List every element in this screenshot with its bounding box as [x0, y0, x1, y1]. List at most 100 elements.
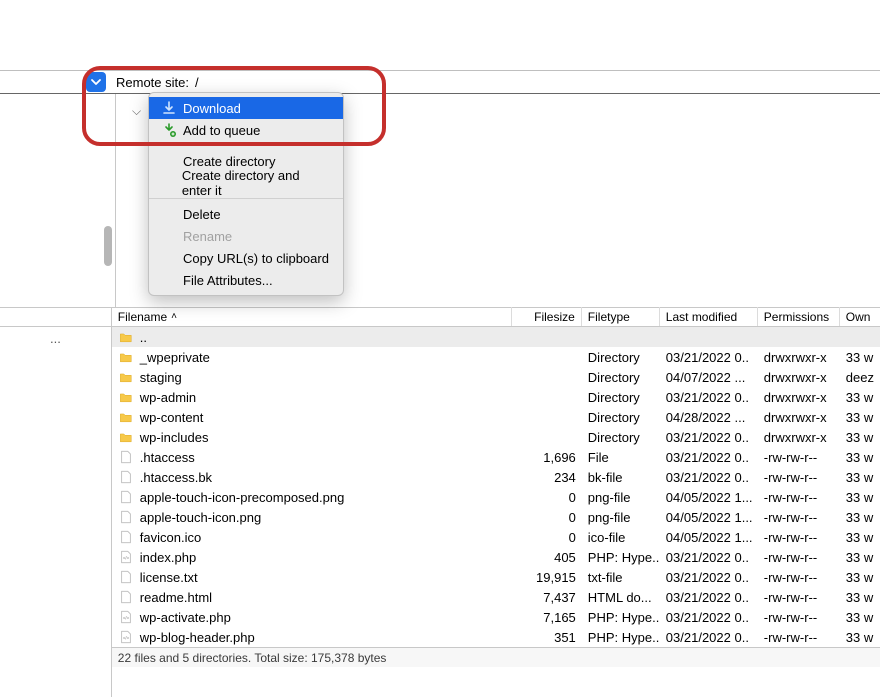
file-owner: 33 w — [840, 410, 880, 425]
remote-site-bar: Remote site: / — [0, 71, 880, 93]
file-name: .htaccess.bk — [140, 470, 212, 485]
folder-icon — [118, 389, 134, 405]
file-row[interactable]: readme.html7,437HTML do...03/21/2022 0..… — [112, 587, 880, 607]
path-dropdown-toggle[interactable] — [86, 72, 106, 92]
context-menu-item-label: Create directory and enter it — [182, 168, 331, 198]
spacer — [161, 272, 177, 288]
context-menu-item[interactable]: Create directory and enter it — [149, 172, 343, 194]
file-row[interactable]: .htaccess.bk234bk-file03/21/2022 0..-rw-… — [112, 467, 880, 487]
file-type: File — [582, 450, 660, 465]
scrollbar-thumb[interactable] — [104, 226, 112, 266]
file-icon — [118, 469, 134, 485]
file-modified: 04/05/2022 1... — [660, 510, 758, 525]
file-row[interactable]: </>index.php405PHP: Hype..03/21/2022 0..… — [112, 547, 880, 567]
spacer — [161, 250, 177, 266]
php-icon: </> — [118, 609, 134, 625]
folder-icon — [118, 369, 134, 385]
file-icon — [118, 529, 134, 545]
file-icon — [118, 489, 134, 505]
remote-file-pane: Filename ˄ Filesize Filetype Last modifi… — [112, 307, 880, 697]
file-size: 351 — [512, 630, 582, 645]
context-menu-separator — [149, 198, 343, 199]
file-permissions: -rw-rw-r-- — [758, 630, 840, 645]
column-header-filetype[interactable]: Filetype — [582, 307, 660, 326]
remote-site-label: Remote site: — [116, 75, 189, 90]
file-type: bk-file — [582, 470, 660, 485]
file-permissions: -rw-rw-r-- — [758, 610, 840, 625]
file-name: _wpeprivate — [140, 350, 210, 365]
file-name: .htaccess — [140, 450, 195, 465]
file-size: 7,165 — [512, 610, 582, 625]
file-size: 1,696 — [512, 450, 582, 465]
column-header-permissions[interactable]: Permissions — [758, 307, 840, 326]
file-name: apple-touch-icon-precomposed.png — [140, 490, 345, 505]
context-menu-item-label: Copy URL(s) to clipboard — [183, 251, 329, 266]
context-menu-item-label: Add to queue — [183, 123, 260, 138]
file-size: 0 — [512, 510, 582, 525]
file-type: PHP: Hype.. — [582, 630, 660, 645]
column-header-filename-label: Filename — [118, 310, 167, 324]
file-permissions: drwxrwxr-x — [758, 430, 840, 445]
file-name: wp-activate.php — [140, 610, 231, 625]
context-menu-item: Rename — [149, 225, 343, 247]
parent-dir-row[interactable]: .. — [112, 327, 880, 347]
file-permissions: -rw-rw-r-- — [758, 550, 840, 565]
file-permissions: drwxrwxr-x — [758, 410, 840, 425]
context-menu-item[interactable]: Copy URL(s) to clipboard — [149, 247, 343, 269]
addqueue-icon — [161, 122, 177, 138]
file-row[interactable]: license.txt19,915txt-file03/21/2022 0..-… — [112, 567, 880, 587]
chevron-down-icon — [90, 76, 102, 88]
file-row[interactable]: </>wp-activate.php7,165PHP: Hype..03/21/… — [112, 607, 880, 627]
file-row[interactable]: wp-adminDirectory03/21/2022 0..drwxrwxr-… — [112, 387, 880, 407]
file-modified: 03/21/2022 0.. — [660, 610, 758, 625]
file-type: png-file — [582, 490, 660, 505]
column-header-lastmodified[interactable]: Last modified — [660, 307, 758, 326]
file-row[interactable]: apple-touch-icon-precomposed.png0png-fil… — [112, 487, 880, 507]
file-row[interactable]: _wpeprivateDirectory03/21/2022 0..drwxrw… — [112, 347, 880, 367]
column-header-filename[interactable]: Filename ˄ — [112, 307, 512, 326]
file-row[interactable]: wp-includesDirectory03/21/2022 0..drwxrw… — [112, 427, 880, 447]
remote-site-path[interactable]: / — [195, 75, 199, 90]
file-row[interactable]: apple-touch-icon.png0png-file04/05/2022 … — [112, 507, 880, 527]
file-modified: 04/05/2022 1... — [660, 530, 758, 545]
file-modified: 03/21/2022 0.. — [660, 550, 758, 565]
folder-icon — [118, 349, 134, 365]
context-menu-separator — [149, 145, 343, 146]
file-modified: 03/21/2022 0.. — [660, 630, 758, 645]
file-row[interactable]: stagingDirectory04/07/2022 ...drwxrwxr-x… — [112, 367, 880, 387]
file-row[interactable]: favicon.ico0ico-file04/05/2022 1...-rw-r… — [112, 527, 880, 547]
tree-expand-chevron-icon[interactable]: ⌵ — [132, 104, 141, 119]
file-modified: 04/28/2022 ... — [660, 410, 758, 425]
file-type: txt-file — [582, 570, 660, 585]
folder-icon — [118, 429, 134, 445]
file-type: Directory — [582, 350, 660, 365]
file-name: index.php — [140, 550, 196, 565]
context-menu-item-label: Rename — [183, 229, 232, 244]
column-header-owner[interactable]: Own — [840, 307, 880, 326]
file-permissions: drwxrwxr-x — [758, 350, 840, 365]
file-size: 234 — [512, 470, 582, 485]
file-owner: 33 w — [840, 490, 880, 505]
file-name: .. — [140, 330, 147, 345]
file-owner: 33 w — [840, 390, 880, 405]
file-type: png-file — [582, 510, 660, 525]
file-permissions: -rw-rw-r-- — [758, 470, 840, 485]
file-row[interactable]: </>wp-blog-header.php351PHP: Hype..03/21… — [112, 627, 880, 647]
context-menu-item[interactable]: File Attributes... — [149, 269, 343, 291]
context-menu-item[interactable]: Download — [149, 97, 343, 119]
context-menu-item[interactable]: Add to queue — [149, 119, 343, 141]
file-size: 0 — [512, 530, 582, 545]
file-row[interactable]: wp-contentDirectory04/28/2022 ...drwxrwx… — [112, 407, 880, 427]
svg-text:</>: </> — [123, 616, 130, 621]
column-header-filesize[interactable]: Filesize — [512, 307, 582, 326]
context-menu-item-label: Delete — [183, 207, 221, 222]
file-size: 405 — [512, 550, 582, 565]
file-modified: 03/21/2022 0.. — [660, 390, 758, 405]
spacer — [161, 153, 177, 169]
file-modified: 04/07/2022 ... — [660, 370, 758, 385]
context-menu-item-label: Create directory — [183, 154, 275, 169]
context-menu-item[interactable]: Delete — [149, 203, 343, 225]
file-modified: 04/05/2022 1... — [660, 490, 758, 505]
file-row[interactable]: .htaccess1,696File03/21/2022 0..-rw-rw-r… — [112, 447, 880, 467]
file-owner: 33 w — [840, 510, 880, 525]
